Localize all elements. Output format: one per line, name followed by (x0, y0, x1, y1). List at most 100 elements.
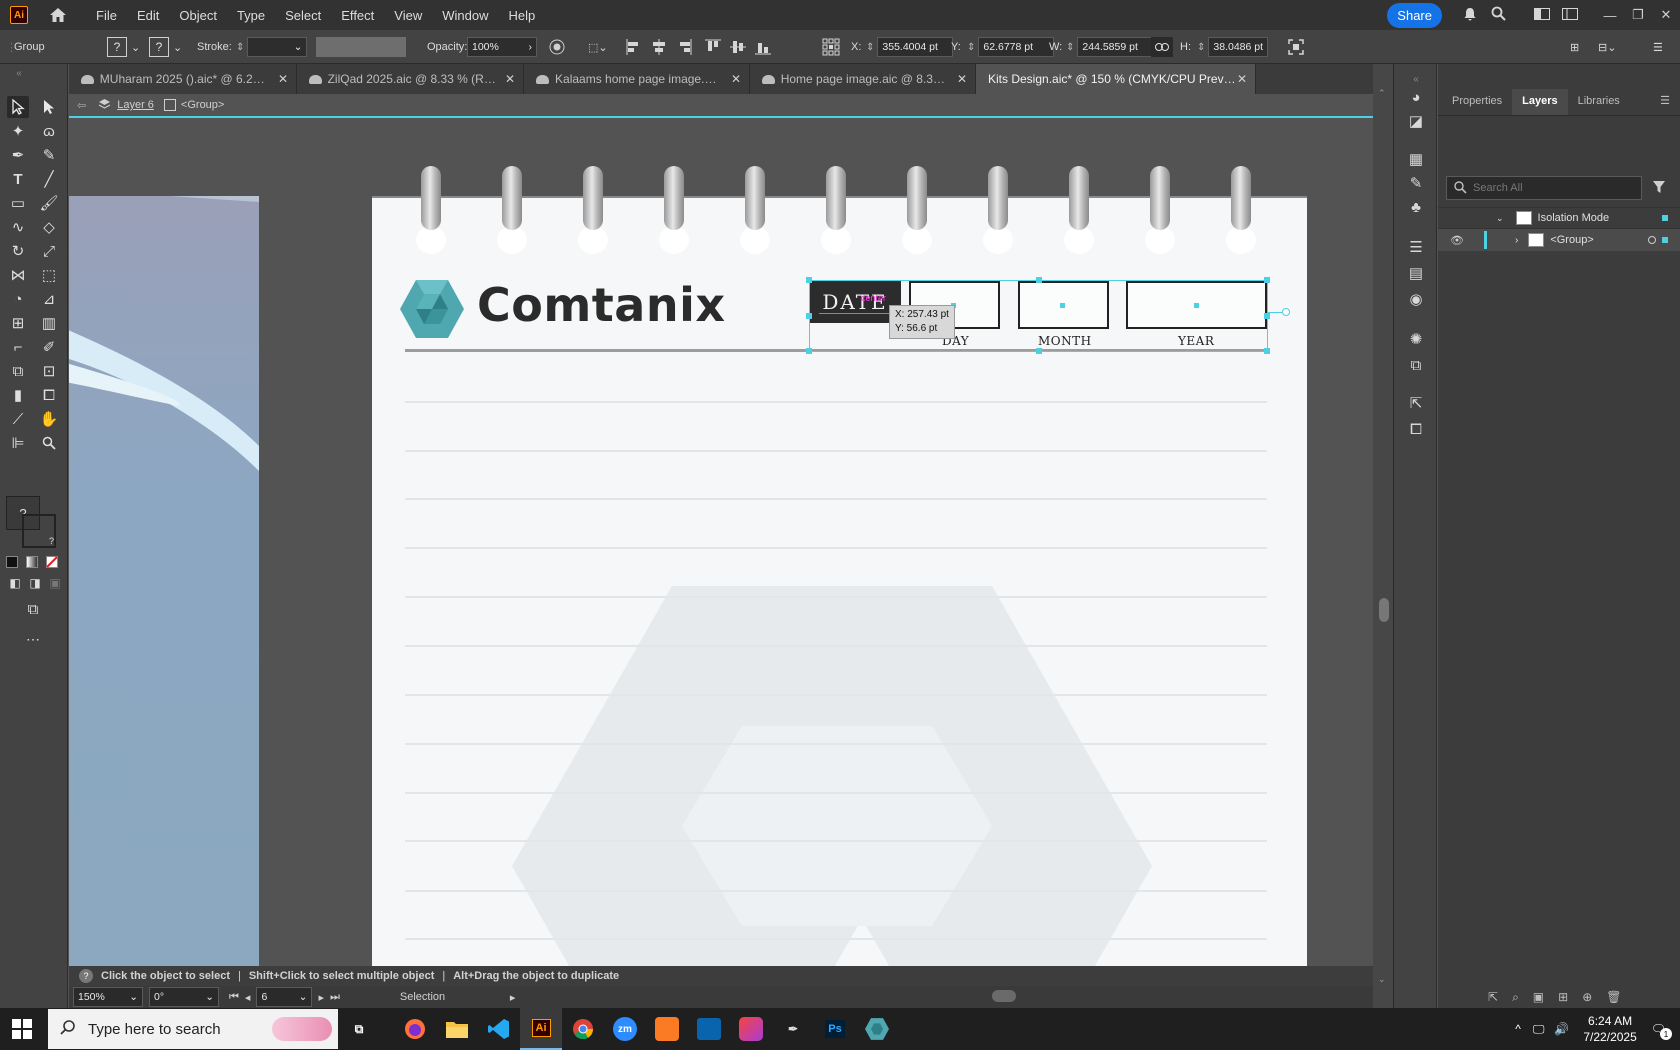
magic-wand-tool-icon[interactable]: ✦ (7, 120, 29, 142)
align-left-icon[interactable] (626, 30, 642, 64)
select-similar-icon[interactable]: ⊟⌄ (1598, 30, 1616, 64)
x-field[interactable]: 355.4004 pt (877, 37, 954, 57)
artboards-icon[interactable]: ⧠ (1404, 418, 1428, 440)
direct-selection-tool-icon[interactable] (38, 96, 60, 118)
next-artboard-icon[interactable]: ▸ (318, 991, 324, 1004)
menu-window[interactable]: Window (432, 8, 498, 23)
vscode-icon[interactable] (478, 1008, 520, 1050)
align-vertical-center-icon[interactable] (730, 30, 746, 64)
panel-menu-icon[interactable]: ☰ (1650, 94, 1680, 115)
notifications-icon[interactable]: 🗨 1 (1651, 1022, 1672, 1040)
file-explorer-icon[interactable] (436, 1008, 478, 1050)
color-mode-icon[interactable] (6, 556, 18, 568)
fill-swatch[interactable]: ? (107, 37, 127, 57)
resize-handle[interactable] (806, 277, 812, 283)
tab-layers[interactable]: Layers (1512, 89, 1568, 115)
rectangle-tool-icon[interactable]: ▭ (7, 192, 29, 214)
measure-tool-icon[interactable]: ✐ (38, 336, 60, 358)
opacity-label[interactable]: Opacity: (427, 30, 467, 64)
outlook-icon[interactable] (688, 1008, 730, 1050)
align-right-icon[interactable] (676, 30, 692, 64)
type-tool-icon[interactable]: T (7, 168, 29, 190)
draw-normal-icon[interactable]: ◧ (4, 572, 26, 594)
scroll-thumb[interactable] (992, 990, 1016, 1002)
filter-icon[interactable] (1652, 180, 1666, 197)
back-arrow-icon[interactable]: ⇦ (77, 99, 86, 112)
column-graph-tool-icon[interactable]: ▮ (7, 384, 29, 406)
resize-handle[interactable] (1264, 313, 1270, 319)
draw-behind-icon[interactable]: ◨ (24, 572, 46, 594)
paintbrush-tool-icon[interactable]: 🖌 (38, 192, 60, 214)
appearance-icon[interactable]: ◉ (1404, 288, 1428, 310)
tab-properties[interactable]: Properties (1442, 95, 1512, 115)
home-icon[interactable] (48, 5, 68, 25)
zoom-app-icon[interactable]: zm (604, 1008, 646, 1050)
panel-menu-icon[interactable]: ☰ (1653, 30, 1663, 64)
edit-toolbar-icon[interactable]: ⋯ (22, 628, 44, 650)
print-tiling-tool-icon[interactable]: ⊫ (7, 432, 29, 454)
stroke-swatch[interactable]: ? (149, 37, 169, 57)
minimize-icon[interactable]: — (1596, 8, 1624, 23)
tab-zilqad[interactable]: ZilQad 2025.aic @ 8.33 % (RGB/CP... ✕ (297, 64, 524, 94)
menu-object[interactable]: Object (169, 8, 227, 23)
tray-expand-icon[interactable]: ^ (1515, 1022, 1521, 1036)
selection-indicator[interactable] (1662, 237, 1668, 243)
stroke-color-swatch[interactable]: ? (22, 514, 56, 548)
rotate-tool-icon[interactable]: ↻ (7, 240, 29, 262)
menu-view[interactable]: View (384, 8, 432, 23)
transparency-icon[interactable]: ◪ (1404, 110, 1428, 132)
zoom-field[interactable]: 150% ⌄ (73, 987, 143, 1007)
new-sublayer-icon[interactable]: ⊞ (1558, 990, 1568, 1005)
artboard-notepad[interactable]: Comtanix DATE center DAY MONTH YEAR X: 2… (372, 196, 1307, 966)
stepper-icon[interactable]: ⇕ (866, 42, 874, 53)
w-field[interactable]: 244.5859 pt (1077, 37, 1154, 57)
stroke-label[interactable]: Stroke: (197, 30, 232, 64)
network-icon[interactable]: 🖵 (1533, 1022, 1545, 1037)
pen-tool-icon[interactable]: ✒ (7, 144, 29, 166)
arrange-icon[interactable]: ⊞ (1570, 30, 1579, 64)
close-tab-icon[interactable]: ✕ (278, 72, 288, 86)
gradient-panel-icon[interactable]: ▤ (1404, 262, 1428, 284)
chrome-icon[interactable] (562, 1008, 604, 1050)
free-transform-tool-icon[interactable]: ⬚ (38, 264, 60, 286)
rotate-handle[interactable] (1282, 308, 1290, 316)
menu-edit[interactable]: Edit (127, 8, 169, 23)
tab-kalaams[interactable]: Kalaams home page image.aic @ ... ✕ (524, 64, 750, 94)
y-field[interactable]: 62.6778 pt (978, 37, 1055, 57)
menu-select[interactable]: Select (275, 8, 331, 23)
resize-handle[interactable] (1264, 277, 1270, 283)
draw-inside-icon[interactable]: ▣ (44, 572, 66, 594)
chevron-down-icon[interactable]: ⌄ (131, 41, 140, 54)
align-horizontal-center-icon[interactable] (651, 30, 667, 64)
comtanix-app-icon[interactable] (856, 1008, 898, 1050)
scroll-thumb[interactable] (1379, 598, 1389, 622)
scroll-down-icon[interactable]: ⌄ (1378, 974, 1386, 985)
eyedropper-tool-icon[interactable]: ⌐ (7, 336, 29, 358)
blend-tool-icon[interactable]: ⧉ (7, 360, 29, 382)
collect-for-export-icon[interactable]: ⇱ (1488, 990, 1498, 1005)
layers-search-input[interactable]: Search All (1446, 176, 1642, 200)
color-guide-icon[interactable]: ◕ (1404, 86, 1428, 108)
artboard-tool-icon[interactable]: ⧠ (38, 384, 60, 406)
rotation-field[interactable]: 0° ⌄ (149, 987, 219, 1007)
h-field[interactable]: 38.0486 pt (1208, 37, 1269, 57)
transform-reference-icon[interactable]: ⬚⌄ (588, 30, 608, 64)
recolor-artwork-icon[interactable] (549, 30, 565, 64)
shaper-tool-icon[interactable]: ∿ (7, 216, 29, 238)
task-view-icon[interactable]: ⧉ (338, 1008, 380, 1050)
width-tool-icon[interactable]: ⋈ (7, 264, 29, 286)
line-tool-icon[interactable]: ╱ (38, 168, 60, 190)
opacity-field[interactable]: 100% › (467, 37, 537, 57)
previous-artboard-icon[interactable]: ◂ (245, 991, 251, 1004)
breadcrumb-group[interactable]: <Group> (181, 99, 224, 111)
menu-file[interactable]: File (86, 8, 127, 23)
none-mode-icon[interactable] (46, 556, 58, 568)
close-tab-icon[interactable]: ✕ (957, 72, 967, 86)
firefox-icon[interactable] (394, 1008, 436, 1050)
tab-libraries[interactable]: Libraries (1568, 95, 1630, 115)
scale-tool-icon[interactable]: ⤢ (38, 240, 60, 262)
first-artboard-icon[interactable]: ⏮ (229, 991, 239, 1004)
isolation-mode-row[interactable]: ⌄ Isolation Mode (1438, 207, 1680, 229)
menu-help[interactable]: Help (498, 8, 545, 23)
transform-options-icon[interactable] (1288, 30, 1304, 64)
